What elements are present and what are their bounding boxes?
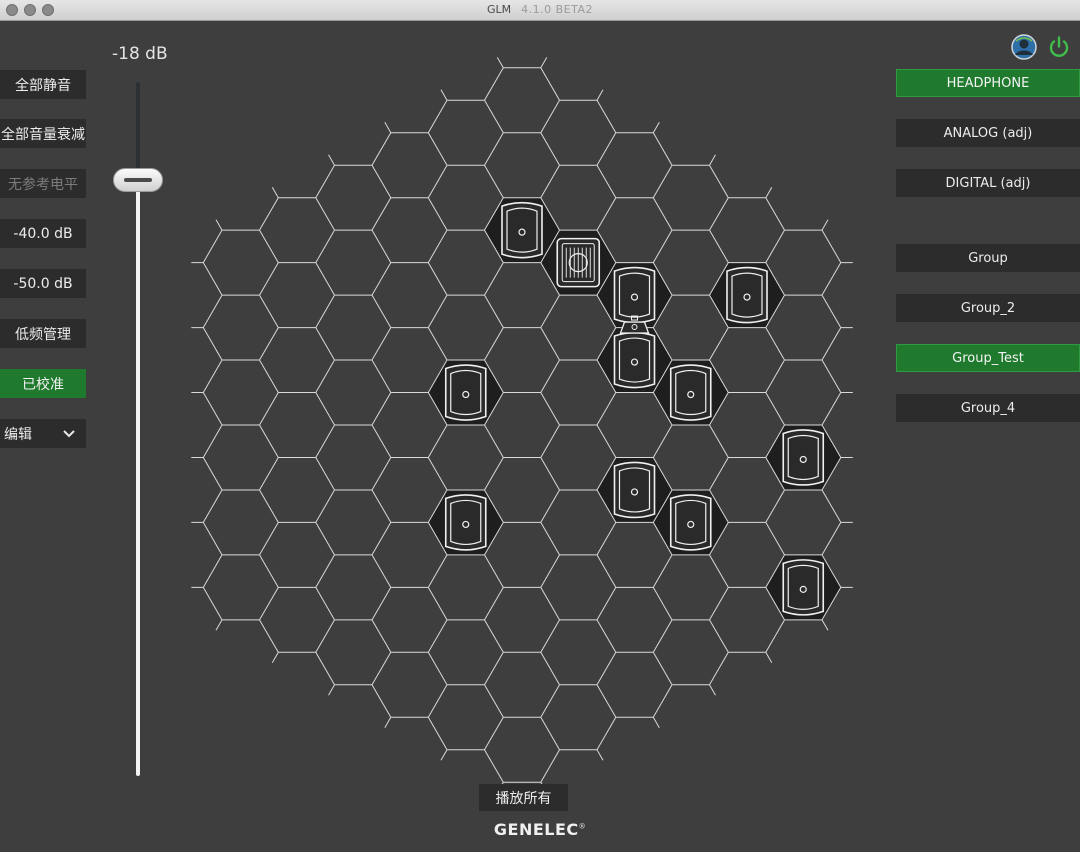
brand-name: GENELEC xyxy=(493,820,579,839)
speaker-monitor-icon[interactable] xyxy=(613,461,656,519)
speaker-monitor-icon[interactable] xyxy=(444,494,487,551)
speaker-monitor-icon[interactable] xyxy=(501,201,543,259)
hex-grid-path xyxy=(191,57,853,793)
speaker-layout-grid[interactable] xyxy=(0,0,1080,852)
speaker-monitor-icon[interactable] xyxy=(613,266,656,324)
speaker-monitor-icon[interactable] xyxy=(782,559,825,616)
play-all-label: 播放所有 xyxy=(495,790,552,807)
speaker-monitor-icon[interactable] xyxy=(782,429,825,486)
speaker-monitor-icon[interactable] xyxy=(726,266,768,324)
play-all-button[interactable]: 播放所有 xyxy=(479,784,568,811)
speaker-monitor-icon[interactable] xyxy=(444,364,487,421)
speaker-monitor-icon[interactable] xyxy=(669,494,712,551)
speaker-monitor-icon[interactable] xyxy=(669,364,712,421)
subwoofer-icon[interactable] xyxy=(556,237,601,288)
brand-mark: ® xyxy=(578,822,587,831)
speaker-monitor-icon[interactable] xyxy=(613,331,656,389)
hex-grid-lines xyxy=(191,57,853,793)
genelec-logo: GENELEC® xyxy=(0,820,1080,839)
